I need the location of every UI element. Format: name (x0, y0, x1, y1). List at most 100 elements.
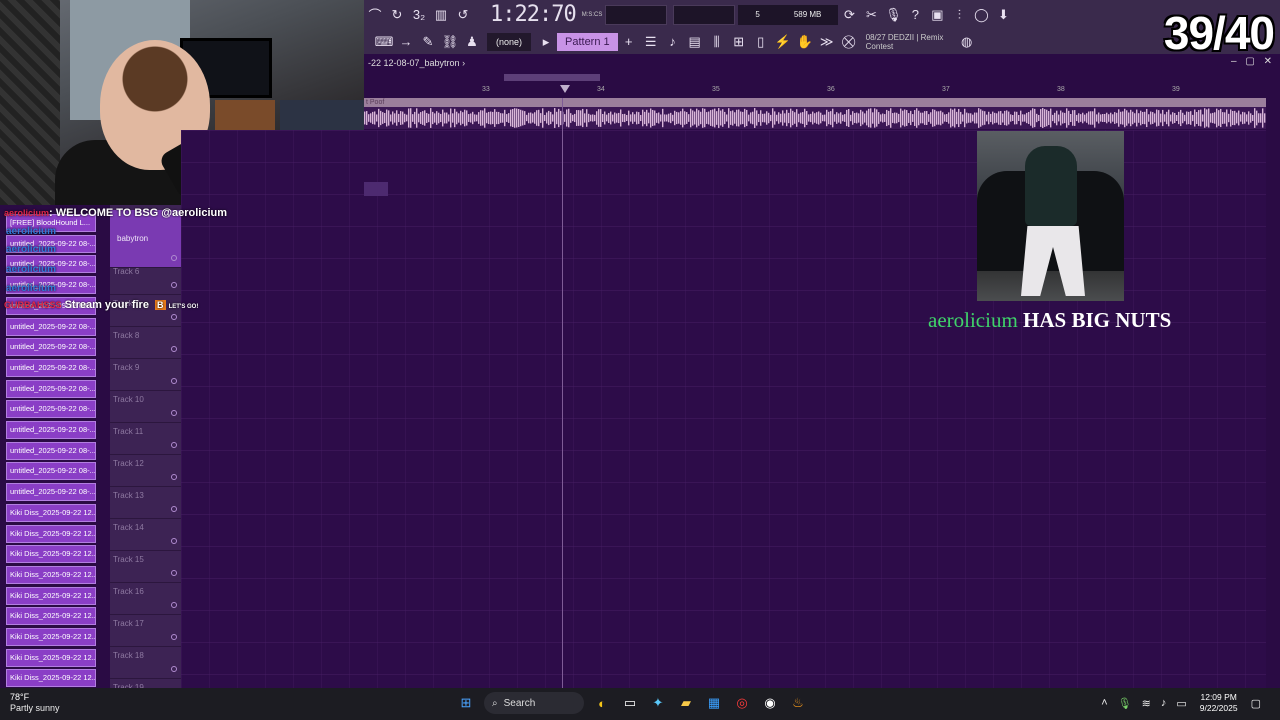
track-enable-toggle[interactable] (171, 314, 177, 320)
track-header[interactable]: Track 6 (110, 263, 181, 295)
track-enable-toggle[interactable] (171, 255, 177, 261)
browser-item[interactable]: Kiki Diss_2025-09-22 12... (6, 524, 96, 543)
scroll-thumb[interactable] (504, 74, 600, 81)
browser-item[interactable]: Kiki Diss_2025-09-22 12... (6, 648, 96, 667)
mixer-sliders-icon[interactable]: ⫼ (707, 32, 727, 52)
mic-tray-icon[interactable]: 🎙 (1118, 697, 1132, 710)
timeline-ruler[interactable]: 33 34 35 36 37 38 39 (364, 85, 1266, 97)
system-clock[interactable]: 12:09 PM 9/22/2025 (1200, 692, 1238, 714)
play-pattern-icon[interactable]: ▸ (536, 32, 556, 52)
track-header[interactable]: Track 17 (110, 615, 181, 647)
track-enable-toggle[interactable] (171, 410, 177, 416)
loop-record-icon[interactable]: ↻ (387, 5, 407, 25)
audio-clip-header[interactable]: t Poof (364, 98, 1266, 107)
browser-item[interactable]: untitled_2025-09-22 08-... (6, 441, 96, 460)
refresh-icon[interactable]: ⟳ (839, 5, 859, 25)
task-view-icon[interactable]: ▭ (619, 692, 641, 714)
browser-item[interactable]: untitled_2025-09-22 08-... (6, 462, 96, 481)
pattern-selector[interactable]: (none) (487, 32, 531, 51)
wait-input-icon[interactable]: ↺ (453, 5, 473, 25)
add-pattern-icon[interactable]: + (619, 32, 639, 52)
browser-item[interactable]: Kiki Diss_2025-09-22 12... (6, 586, 96, 605)
track-enable-toggle[interactable] (171, 634, 177, 640)
battery-icon[interactable]: ▭ (1176, 697, 1186, 710)
chevron-up-icon[interactable]: ˄ (1101, 697, 1107, 709)
mic-icon[interactable]: 🎙 (883, 5, 903, 25)
audio-waveform[interactable] (364, 107, 1266, 129)
playhead-marker[interactable] (560, 85, 570, 93)
store-icon[interactable]: ▦ (703, 692, 725, 714)
save-icon[interactable]: ▣ (927, 5, 947, 25)
file-icon[interactable]: ▯ (751, 32, 771, 52)
track-enable-toggle[interactable] (171, 346, 177, 352)
track-enable-toggle[interactable] (171, 474, 177, 480)
browser-item[interactable]: untitled_2025-09-22 08-... (6, 338, 96, 357)
track-enable-toggle[interactable] (171, 666, 177, 672)
blend-notes-icon[interactable]: ▥ (431, 5, 451, 25)
mixer-icon[interactable]: ⫶ (949, 5, 969, 25)
track-header[interactable]: Track 13 (110, 487, 181, 519)
track-header[interactable]: Track 12 (110, 455, 181, 487)
browser-item[interactable]: Kiki Diss_2025-09-22 12... (6, 669, 96, 688)
copilot-icon[interactable]: ✦ (647, 692, 669, 714)
cut-icon[interactable]: ✂ (861, 5, 881, 25)
fl-studio-icon[interactable]: ♨ (787, 692, 809, 714)
track-enable-toggle[interactable] (171, 282, 177, 288)
pattern-dropdown[interactable]: Pattern 1 (557, 32, 618, 51)
track-enable-toggle[interactable] (171, 506, 177, 512)
track-enable-toggle[interactable] (171, 602, 177, 608)
browser-item[interactable]: untitled_2025-09-22 08-... (6, 483, 96, 502)
windows-start-icon[interactable]: ⊞ (455, 692, 477, 714)
pencil-icon[interactable]: ✎ (418, 32, 438, 52)
playlist-icon[interactable]: ☰ (641, 32, 661, 52)
browser-item[interactable]: untitled_2025-09-22 08-... (6, 421, 96, 439)
globe-icon[interactable]: ◍ (957, 32, 977, 52)
small-clip[interactable] (364, 182, 388, 196)
browser-item[interactable]: Kiki Diss_2025-09-22 12... (6, 628, 96, 646)
stamp-icon[interactable]: ♟ (462, 32, 482, 52)
chat-icon[interactable]: ◯ (971, 5, 991, 25)
metronome-icon[interactable]: ⌒ (365, 5, 385, 25)
notification-icon[interactable]: ▢ (1251, 697, 1261, 710)
news-panel[interactable]: 08/27 DEDZII | Remix Contest (866, 33, 956, 51)
track-enable-toggle[interactable] (171, 378, 177, 384)
opera-icon[interactable]: ◎ (731, 692, 753, 714)
track-header[interactable]: Track 18 (110, 647, 181, 679)
track-header[interactable]: Track 14 (110, 519, 181, 551)
track-header[interactable]: Track 15 (110, 551, 181, 583)
track-header[interactable]: Track 11 (110, 423, 181, 455)
track-header[interactable]: Track 8 (110, 327, 181, 359)
arrow-right-icon[interactable]: → (396, 32, 416, 52)
track-enable-toggle[interactable] (171, 442, 177, 448)
browser-icon[interactable]: ⊞ (729, 32, 749, 52)
browser-item[interactable]: Kiki Diss_2025-09-22 12... (6, 565, 96, 584)
browser-item[interactable]: untitled_2025-09-22 08-... (6, 400, 96, 419)
track-header[interactable]: Track 9 (110, 359, 181, 391)
taskbar-search[interactable]: ⌕ Search (484, 692, 584, 714)
widgets-icon[interactable]: ◐ (591, 692, 613, 714)
maximize-icon[interactable]: ▢ (1245, 56, 1254, 67)
minimize-icon[interactable]: – (1231, 56, 1237, 67)
close-icon[interactable]: ✕ (1264, 56, 1272, 67)
track-enable-toggle[interactable] (171, 570, 177, 576)
browser-item[interactable]: Kiki Diss_2025-09-22 12... (6, 607, 96, 626)
link-icon[interactable]: ⛓ (440, 32, 460, 52)
browser-item[interactable]: Kiki Diss_2025-09-22 12... (6, 503, 96, 522)
fish-icon[interactable]: ≫ (817, 32, 837, 52)
step-icon[interactable]: 3₂ (409, 5, 429, 25)
vertical-scrollbar[interactable] (1266, 98, 1280, 688)
volume-icon[interactable]: ♪ (1161, 697, 1167, 709)
track-header[interactable]: Track 10 (110, 391, 181, 423)
horizontal-scrollbar[interactable] (364, 72, 1280, 84)
help-icon[interactable]: ? (905, 5, 925, 25)
browser-item[interactable]: untitled_2025-09-22 08-... (6, 317, 96, 336)
cart-icon[interactable]: ⛒ (839, 32, 859, 52)
track-header[interactable]: Track 16 (110, 583, 181, 615)
browser-item[interactable]: Kiki Diss_2025-09-22 12... (6, 545, 96, 564)
wifi-icon[interactable]: ≋ (1142, 697, 1151, 710)
obs-icon[interactable]: ◉ (759, 692, 781, 714)
keyboard-icon[interactable]: ⌨ (374, 32, 394, 52)
hand-icon[interactable]: ✋ (795, 32, 815, 52)
song-time[interactable]: 1:22:70 (490, 2, 577, 27)
weather-widget[interactable]: 78°F Partly sunny (10, 692, 60, 714)
